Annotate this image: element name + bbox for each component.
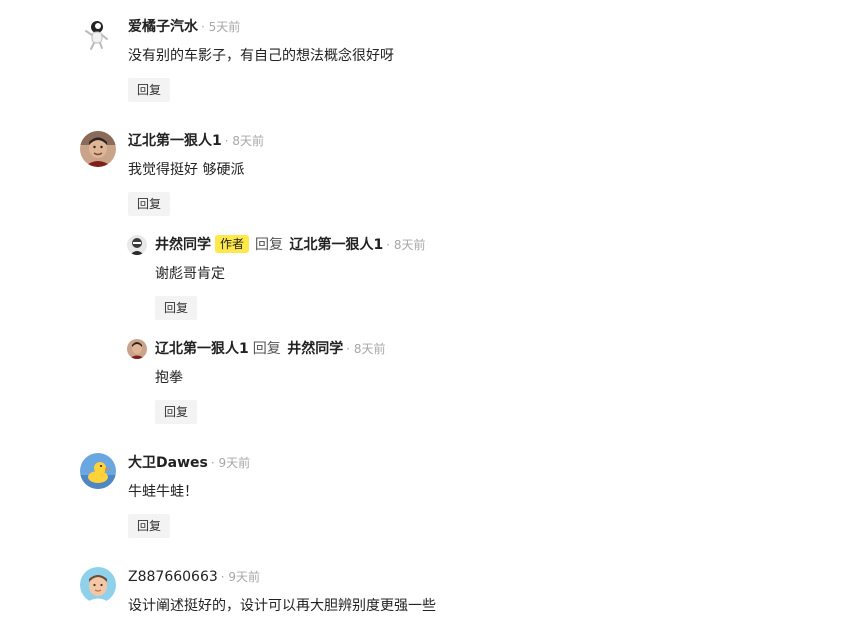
reply-button[interactable]: 回复	[155, 296, 198, 320]
author-badge: 作者	[215, 235, 250, 253]
comment-time: · 5天前	[201, 20, 241, 34]
masked-figure-avatar-icon[interactable]	[127, 235, 147, 255]
rubber-duck-avatar-icon[interactable]	[80, 453, 116, 489]
comment-list: 爱橘子汽水 · 5天前 没有别的车影子，有自己的想法概念很好呀 回复 辽北第一狠人…	[0, 0, 865, 626]
comment-username[interactable]: 辽北第一狠人1	[128, 133, 222, 149]
astronaut-avatar-icon[interactable]	[80, 17, 116, 53]
comment-time: · 9天前	[220, 570, 261, 584]
comment-username[interactable]: Z887660663	[128, 569, 218, 585]
reply-username[interactable]: 井然同学	[155, 237, 211, 253]
reply-username[interactable]: 辽北第一狠人1	[155, 341, 249, 357]
reply-button[interactable]: 回复	[155, 400, 198, 424]
reply-time: · 8天前	[386, 238, 426, 252]
man-portrait-avatar-icon[interactable]	[80, 131, 116, 167]
comment-text: 我觉得挺好 够硬派	[128, 162, 245, 178]
comment-username[interactable]: 爱橘子汽水	[128, 19, 198, 35]
comment-text: 设计阐述挺好的，设计可以再大胆辨别度更强一些	[128, 598, 436, 614]
man-portrait-avatar-icon[interactable]	[127, 339, 147, 359]
comment-time: · 8天前	[224, 134, 265, 148]
reply-button[interactable]: 回复	[128, 514, 171, 538]
cartoon-face-avatar-icon[interactable]	[80, 567, 116, 603]
reply-text: 抱拳	[155, 370, 183, 386]
reply-button[interactable]: 回复	[128, 78, 171, 102]
comment-username[interactable]: 大卫Dawes	[128, 455, 208, 471]
reply-to-username[interactable]: 井然同学	[287, 341, 343, 357]
reply-time: · 8天前	[346, 342, 386, 356]
reply-text: 谢彪哥肯定	[155, 266, 225, 282]
reply-word: 回复	[252, 341, 281, 357]
comment-text: 没有别的车影子，有自己的想法概念很好呀	[128, 48, 394, 64]
reply-word: 回复	[255, 237, 284, 253]
reply-to-username[interactable]: 辽北第一狠人1	[289, 237, 383, 253]
comment-text: 牛蛙牛蛙！	[128, 484, 198, 500]
reply-button[interactable]: 回复	[128, 192, 171, 216]
comment-time: · 9天前	[210, 456, 251, 470]
